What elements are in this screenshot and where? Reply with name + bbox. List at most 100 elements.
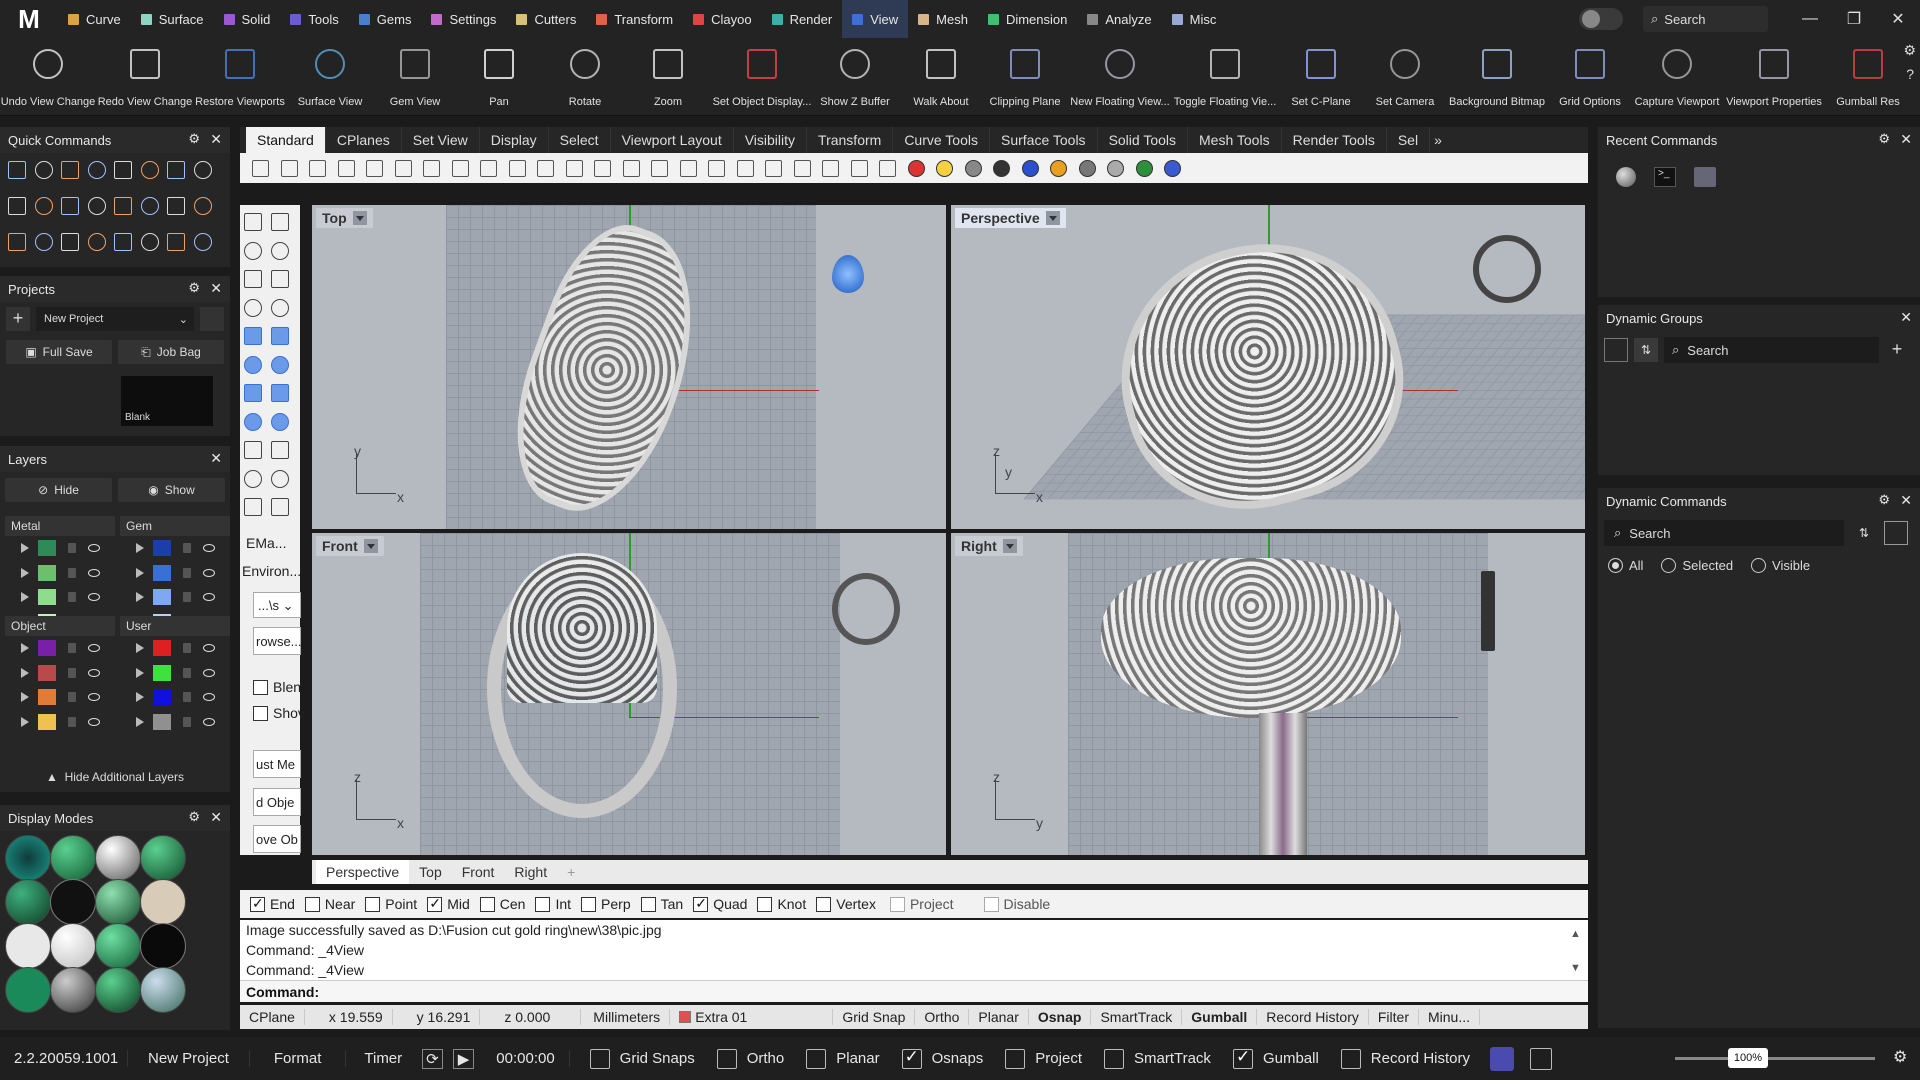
status-toggle-planar[interactable]: Planar xyxy=(969,1009,1029,1025)
eye-icon[interactable] xyxy=(88,568,100,577)
modeling-tool-icon[interactable] xyxy=(271,270,289,288)
layer-row[interactable] xyxy=(5,585,115,610)
browse-button[interactable]: rowse... xyxy=(253,627,302,655)
lock-icon[interactable] xyxy=(68,567,76,578)
display-mode-thumbnail[interactable] xyxy=(50,879,96,925)
layer-color-swatch[interactable] xyxy=(153,640,171,657)
gear-icon[interactable]: ⚙ xyxy=(188,280,200,296)
standard-tool-icon[interactable] xyxy=(508,160,526,177)
display-mode-thumbnail[interactable] xyxy=(95,835,141,881)
layer-row[interactable] xyxy=(5,536,115,561)
gear-icon[interactable]: ⚙ xyxy=(1878,492,1890,508)
standard-tool-icon[interactable] xyxy=(822,160,839,177)
surface-view-button[interactable]: Surface View xyxy=(282,38,378,116)
standard-tool-icon[interactable] xyxy=(537,160,554,177)
menu-tab-tools[interactable]: Tools xyxy=(280,0,348,38)
menu-tab-view[interactable]: View xyxy=(842,0,909,38)
checkbox[interactable] xyxy=(1103,1048,1124,1069)
tab-visibility[interactable]: Visibility xyxy=(734,127,808,153)
layer-row[interactable] xyxy=(120,585,230,610)
floating-view-button[interactable]: New Floating View... xyxy=(1070,38,1170,116)
redo-view-button[interactable]: Redo View Change xyxy=(97,38,193,116)
layer-row[interactable] xyxy=(120,536,230,561)
checkbox[interactable] xyxy=(304,896,320,912)
status-toggle-osnap[interactable]: Osnap xyxy=(1029,1009,1092,1025)
close-window-button[interactable]: ✕ xyxy=(1876,9,1920,29)
osnap-vertex[interactable]: Vertex xyxy=(816,896,876,912)
checkbox[interactable] xyxy=(365,896,381,912)
expand-triangle-icon[interactable] xyxy=(21,643,29,654)
checkbox[interactable] xyxy=(816,896,832,912)
close-icon[interactable]: ✕ xyxy=(1900,131,1912,148)
hide-layers-button[interactable]: ⊘ Hide xyxy=(5,478,112,502)
standard-tool-icon[interactable] xyxy=(309,160,326,177)
display-mode-thumbnail[interactable] xyxy=(5,835,51,881)
close-icon[interactable]: ✕ xyxy=(210,280,222,297)
modeling-tool-icon[interactable] xyxy=(244,270,262,288)
layer-group-header[interactable]: Gem xyxy=(120,516,230,536)
radio-button[interactable] xyxy=(1751,558,1767,573)
quick-command-icon[interactable] xyxy=(140,161,159,179)
format-button[interactable]: Format xyxy=(250,1050,347,1067)
grid-options-button[interactable]: Grid Options xyxy=(1542,38,1638,116)
bottom-toggle-smarttrack[interactable]: SmartTrack xyxy=(1096,1048,1225,1069)
cplane-button[interactable]: Set C-Plane xyxy=(1273,38,1369,116)
standard-tool-icon[interactable] xyxy=(622,160,640,177)
eye-icon[interactable] xyxy=(203,593,215,602)
menu-tab-cutters[interactable]: Cutters xyxy=(506,0,586,38)
osnap-quad[interactable]: Quad xyxy=(693,895,747,912)
menu-tab-mesh[interactable]: Mesh xyxy=(908,0,978,38)
modeling-tool-icon[interactable] xyxy=(244,384,262,402)
status-toggle-gumball[interactable]: Gumball xyxy=(1182,1009,1258,1025)
lock-icon[interactable] xyxy=(183,592,191,603)
status-toggle-smarttrack[interactable]: SmartTrack xyxy=(1091,1009,1183,1025)
layer-group-header[interactable]: User xyxy=(120,616,230,636)
eye-icon[interactable] xyxy=(203,568,215,577)
settings-gear-icon[interactable]: ⚙ xyxy=(1893,1047,1907,1067)
maximize-button[interactable]: ❐ xyxy=(1832,9,1876,29)
standard-tool-icon[interactable] xyxy=(879,160,896,177)
layer-color-swatch[interactable] xyxy=(38,713,56,730)
lock-icon[interactable] xyxy=(68,592,76,603)
menu-tab-analyze[interactable]: Analyze xyxy=(1077,0,1161,38)
viewport-title[interactable]: Top xyxy=(316,208,373,228)
menu-tab-settings[interactable]: Settings xyxy=(421,0,506,38)
expand-triangle-icon[interactable] xyxy=(136,716,144,727)
viewport-tab-right[interactable]: Right xyxy=(504,860,557,884)
layer-row[interactable] xyxy=(5,710,115,735)
lock-icon[interactable] xyxy=(183,667,191,678)
viewport-tab-front[interactable]: Front xyxy=(452,860,505,884)
radio-all[interactable]: All xyxy=(1608,558,1643,573)
viewport-properties-button[interactable]: Viewport Properties xyxy=(1726,38,1822,116)
osnap-end[interactable]: End xyxy=(250,895,295,912)
osnap-disable[interactable]: Disable xyxy=(983,896,1050,912)
tab-render-tools[interactable]: Render Tools xyxy=(1282,127,1387,153)
lock-icon[interactable] xyxy=(68,667,76,678)
tab-sel[interactable]: Sel xyxy=(1387,127,1431,153)
quick-command-icon[interactable] xyxy=(140,233,159,251)
viewport-title[interactable]: Perspective xyxy=(955,208,1066,228)
layer-group-header[interactable]: Object xyxy=(5,616,115,636)
expand-triangle-icon[interactable] xyxy=(136,592,144,603)
layer-row[interactable] xyxy=(120,685,230,710)
display-mode-thumbnail[interactable] xyxy=(140,923,186,969)
menu-tab-transform[interactable]: Transform xyxy=(586,0,683,38)
layer-color-swatch[interactable] xyxy=(153,589,171,606)
zoom-button[interactable]: Zoom xyxy=(620,38,716,116)
quick-command-icon[interactable] xyxy=(193,233,212,251)
osnap-mid[interactable]: Mid xyxy=(427,895,470,912)
osnap-cen[interactable]: Cen xyxy=(479,896,525,912)
osnap-near[interactable]: Near xyxy=(304,896,355,912)
standard-tool-icon[interactable] xyxy=(993,160,1010,177)
status-toggle-grid-snap[interactable]: Grid Snap xyxy=(833,1009,916,1025)
eye-icon[interactable] xyxy=(88,644,100,653)
close-icon[interactable]: ✕ xyxy=(1900,492,1912,509)
expand-triangle-icon[interactable] xyxy=(136,667,144,678)
clipping-plane-button[interactable]: Clipping Plane xyxy=(977,38,1073,116)
layer-color-swatch[interactable] xyxy=(38,640,56,657)
osnap-project[interactable]: Project xyxy=(889,896,954,912)
eye-icon[interactable] xyxy=(88,668,100,677)
quick-command-icon[interactable] xyxy=(34,161,53,179)
gear-icon[interactable]: ⚙ xyxy=(1878,131,1890,147)
display-mode-thumbnail[interactable] xyxy=(95,923,141,969)
